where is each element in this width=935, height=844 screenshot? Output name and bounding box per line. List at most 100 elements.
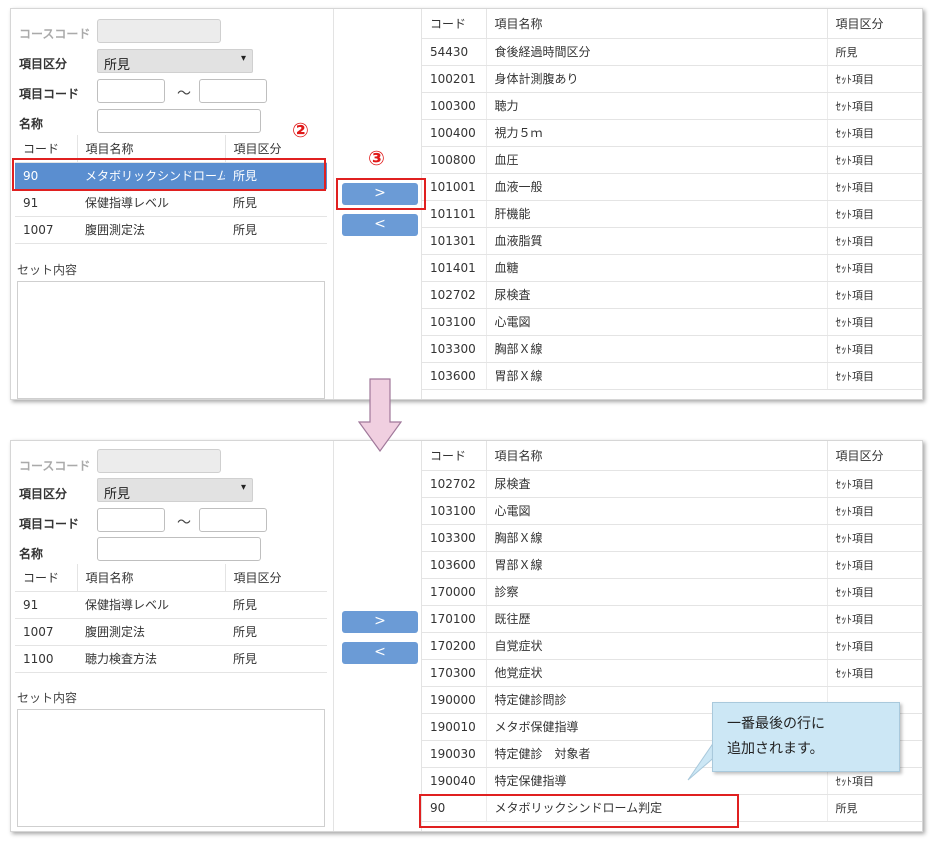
col-name-header[interactable]: 項目名称 — [77, 135, 226, 163]
cell-category: ｾｯﾄ項目 — [827, 362, 922, 390]
cell-name: 心電図 — [486, 308, 828, 336]
col-code-header[interactable]: コード — [15, 564, 78, 592]
col-code-header[interactable]: コード — [15, 135, 78, 163]
item-code-to-input[interactable] — [199, 508, 267, 532]
step-3-marker: ③ — [368, 146, 385, 170]
cell-name: 他覚症状 — [486, 659, 828, 687]
cell-name: 保健指導レベル — [77, 591, 225, 619]
cell-code: 102702 — [422, 281, 487, 309]
chevron-down-icon: ▾ — [240, 53, 246, 64]
col-name-header[interactable]: 項目名称 — [486, 9, 828, 39]
table-row-selected[interactable]: 90 メタボリックシンドローム判定 所見 — [15, 162, 327, 190]
cell-name: 尿検査 — [486, 281, 828, 309]
item-category-select[interactable]: 所見 ▾ — [97, 49, 253, 73]
down-arrow-icon — [358, 378, 402, 452]
cell-category: ｾｯﾄ項目 — [827, 200, 922, 228]
item-category-value: 所見 — [104, 487, 131, 502]
right-panel: コード 項目名称 項目区分 102702 尿検査 ｾｯﾄ項目 103100 心電図 ｾｯﾄ… — [421, 441, 922, 831]
cell-code: 100201 — [422, 65, 487, 93]
screenshot-after: コースコード 項目区分 所見 ▾ 項目コード ～ 名称 コード 項目名称 項目区… — [10, 440, 923, 832]
table-row[interactable]: 103300 胸部Ｘ線 ｾｯﾄ項目 — [422, 524, 922, 552]
cell-code: 90 — [15, 162, 77, 190]
cell-name: 腹囲測定法 — [77, 216, 225, 244]
table-row[interactable]: 103100 心電図 ｾｯﾄ項目 — [422, 308, 922, 336]
table-row[interactable]: 90 メタボリックシンドローム判定 所見 — [422, 794, 922, 822]
cell-category: 所見 — [827, 794, 922, 822]
set-contents-box[interactable] — [17, 281, 325, 399]
cell-name: 診察 — [486, 578, 828, 606]
table-header-row: コード 項目名称 項目区分 — [422, 441, 922, 471]
cell-name: メタボリックシンドローム判定 — [77, 162, 225, 190]
col-name-header[interactable]: 項目名称 — [486, 441, 828, 471]
table-row[interactable]: 1007 腹囲測定法 所見 — [15, 216, 327, 244]
table-row[interactable]: 1007 腹囲測定法 所見 — [15, 618, 327, 646]
cell-name: 身体計測腹あり — [486, 65, 828, 93]
callout-note: 一番最後の行に 追加されます。 — [712, 702, 900, 772]
range-separator: ～ — [177, 515, 191, 531]
table-row[interactable]: 170000 診察 ｾｯﾄ項目 — [422, 578, 922, 606]
table-row[interactable]: 103600 胃部Ｘ線 ｾｯﾄ項目 — [422, 551, 922, 579]
item-category-value: 所見 — [104, 58, 131, 73]
table-row[interactable]: 100400 視力５ｍ ｾｯﾄ項目 — [422, 119, 922, 147]
chevron-down-icon: ▾ — [240, 482, 246, 493]
cell-name: 胸部Ｘ線 — [486, 524, 828, 552]
add-button[interactable]: > — [342, 183, 418, 205]
table-row[interactable]: 170100 既往歴 ｾｯﾄ項目 — [422, 605, 922, 633]
add-button[interactable]: > — [342, 611, 418, 633]
cell-code: 103100 — [422, 497, 487, 525]
col-category-header[interactable]: 項目区分 — [225, 564, 327, 592]
table-row[interactable]: 100201 身体計測腹あり ｾｯﾄ項目 — [422, 65, 922, 93]
table-header-row: コード 項目名称 項目区分 — [15, 564, 327, 592]
cell-code: 190040 — [422, 767, 487, 795]
cell-name: 食後経過時間区分 — [486, 38, 828, 66]
item-code-from-input[interactable] — [97, 79, 165, 103]
range-separator: ～ — [177, 86, 191, 102]
name-input[interactable] — [97, 537, 261, 561]
cell-category: ｾｯﾄ項目 — [827, 92, 922, 120]
table-row[interactable]: 170300 他覚症状 ｾｯﾄ項目 — [422, 659, 922, 687]
cell-name: 保健指導レベル — [77, 189, 225, 217]
set-contents-box[interactable] — [17, 709, 325, 827]
table-row[interactable]: 103300 胸部Ｘ線 ｾｯﾄ項目 — [422, 335, 922, 363]
table-row[interactable]: 170200 自覚症状 ｾｯﾄ項目 — [422, 632, 922, 660]
item-code-label: 項目コード — [19, 87, 80, 101]
table-row[interactable]: 103100 心電図 ｾｯﾄ項目 — [422, 497, 922, 525]
table-row[interactable]: 101401 血糖 ｾｯﾄ項目 — [422, 254, 922, 282]
table-row[interactable]: 102702 尿検査 ｾｯﾄ項目 — [422, 470, 922, 498]
transfer-buttons-panel: > < — [333, 9, 421, 399]
item-category-label: 項目区分 — [19, 57, 68, 71]
col-category-header[interactable]: 項目区分 — [225, 135, 327, 163]
table-row[interactable]: 103600 胃部Ｘ線 ｾｯﾄ項目 — [422, 362, 922, 390]
table-row[interactable]: 100300 聴力 ｾｯﾄ項目 — [422, 92, 922, 120]
cell-code: 1100 — [15, 645, 77, 673]
cell-name: 腹囲測定法 — [77, 618, 225, 646]
item-code-to-input[interactable] — [199, 79, 267, 103]
col-name-header[interactable]: 項目名称 — [77, 564, 226, 592]
item-code-from-input[interactable] — [97, 508, 165, 532]
table-row[interactable]: 100800 血圧 ｾｯﾄ項目 — [422, 146, 922, 174]
name-input[interactable] — [97, 109, 261, 133]
cell-code: 190030 — [422, 740, 487, 768]
table-row[interactable]: 101101 肝機能 ｾｯﾄ項目 — [422, 200, 922, 228]
table-row[interactable]: 102702 尿検査 ｾｯﾄ項目 — [422, 281, 922, 309]
item-category-select[interactable]: 所見 ▾ — [97, 478, 253, 502]
remove-button[interactable]: < — [342, 214, 418, 236]
cell-code: 102702 — [422, 470, 487, 498]
col-code-header[interactable]: コード — [422, 441, 487, 471]
course-code-input[interactable] — [97, 449, 221, 473]
cell-category: 所見 — [225, 591, 327, 619]
cell-code: 103100 — [422, 308, 487, 336]
course-code-input[interactable] — [97, 19, 221, 43]
table-row[interactable]: 101001 血液一般 ｾｯﾄ項目 — [422, 173, 922, 201]
table-row[interactable]: 101301 血液脂質 ｾｯﾄ項目 — [422, 227, 922, 255]
table-row[interactable]: 54430 食後経過時間区分 所見 — [422, 38, 922, 66]
table-row[interactable]: 1100 聴力検査方法 所見 — [15, 645, 327, 673]
col-category-header[interactable]: 項目区分 — [827, 441, 922, 471]
item-search-table: コード 項目名称 項目区分 90 メタボリックシンドローム判定 所見 91 保健… — [15, 135, 327, 244]
table-row[interactable]: 91 保健指導レベル 所見 — [15, 591, 327, 619]
table-row[interactable]: 91 保健指導レベル 所見 — [15, 189, 327, 217]
col-category-header[interactable]: 項目区分 — [827, 9, 922, 39]
cell-category: ｾｯﾄ項目 — [827, 632, 922, 660]
remove-button[interactable]: < — [342, 642, 418, 664]
col-code-header[interactable]: コード — [422, 9, 487, 39]
